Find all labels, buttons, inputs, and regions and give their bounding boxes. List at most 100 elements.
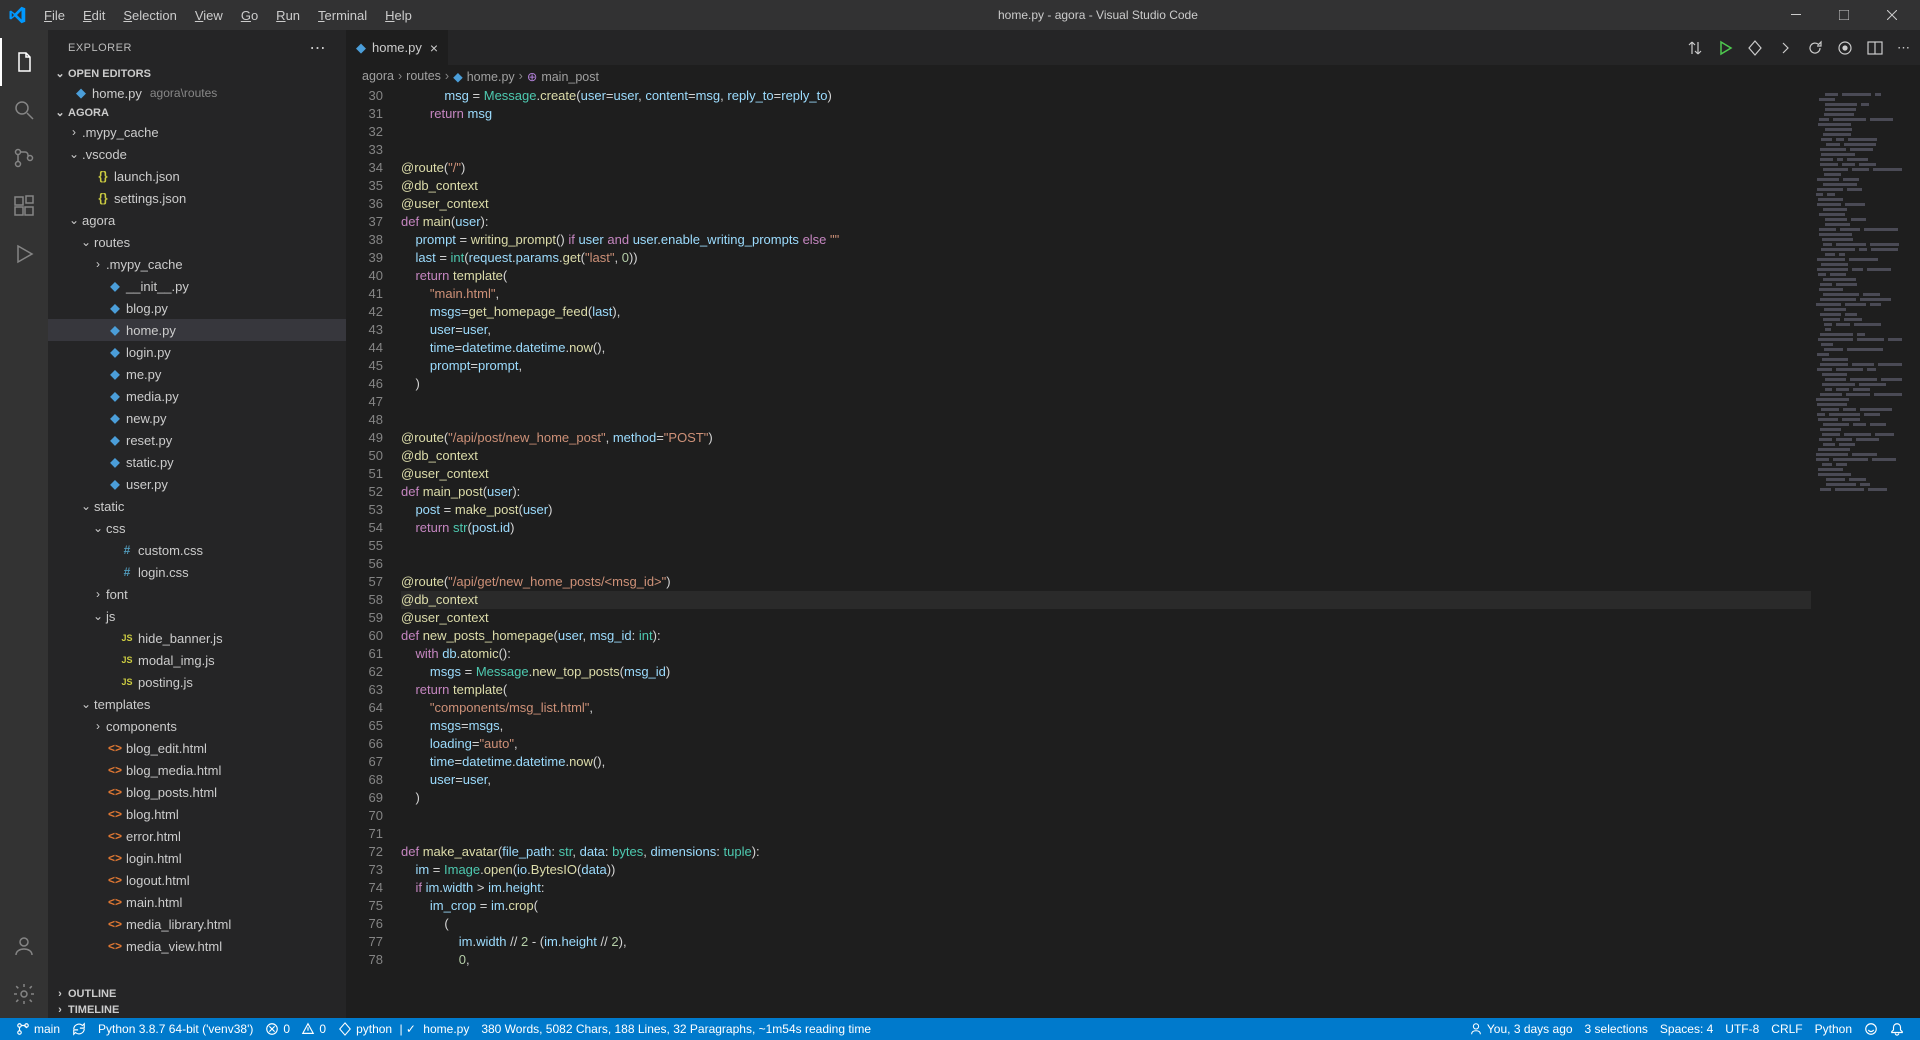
file-main-html[interactable]: <>main.html — [48, 891, 346, 913]
toggle-icon[interactable] — [1777, 40, 1793, 56]
editor-tabs: ◆ home.py × ⋯ — [346, 30, 1920, 65]
menu-run[interactable]: Run — [268, 4, 308, 27]
timeline-section[interactable]: ›TIMELINE — [48, 1002, 346, 1018]
menu-view[interactable]: View — [187, 4, 231, 27]
folder-static[interactable]: ⌄static — [48, 495, 346, 517]
sidebar-more-icon[interactable]: ⋯ — [310, 38, 327, 58]
code-content[interactable]: msg = Message.create(user=user, content=… — [401, 87, 1811, 1018]
line-gutter: 3031323334353637383940414243444546474849… — [346, 87, 401, 1018]
workspace-section[interactable]: ⌄AGORA — [48, 104, 346, 121]
preview-icon[interactable] — [1837, 40, 1853, 56]
git-branch-status[interactable]: main — [10, 1018, 66, 1040]
file-me-py[interactable]: ◆me.py — [48, 363, 346, 385]
sync-status[interactable] — [66, 1018, 92, 1040]
search-activity-icon[interactable] — [0, 86, 48, 134]
window-close-button[interactable] — [1872, 1, 1912, 29]
kite-status[interactable]: python | ✓ home.py — [332, 1018, 475, 1040]
file-media-py[interactable]: ◆media.py — [48, 385, 346, 407]
code-editor[interactable]: 3031323334353637383940414243444546474849… — [346, 87, 1920, 1018]
file-media_view-html[interactable]: <>media_view.html — [48, 935, 346, 957]
account-activity-icon[interactable] — [0, 922, 48, 970]
breadcrumb-item[interactable]: agora — [362, 69, 394, 83]
run-debug-activity-icon[interactable] — [0, 230, 48, 278]
file-hide_banner-js[interactable]: JShide_banner.js — [48, 627, 346, 649]
file-blog_edit-html[interactable]: <>blog_edit.html — [48, 737, 346, 759]
window-minimize-button[interactable] — [1776, 1, 1816, 29]
folder-routes[interactable]: ⌄routes — [48, 231, 346, 253]
settings-activity-icon[interactable] — [0, 970, 48, 1018]
encoding-status[interactable]: UTF-8 — [1719, 1022, 1765, 1036]
file-error-html[interactable]: <>error.html — [48, 825, 346, 847]
title-bar: FileEditSelectionViewGoRunTerminalHelp h… — [0, 0, 1920, 30]
folder-font[interactable]: ›font — [48, 583, 346, 605]
language-status[interactable]: Python — [1809, 1022, 1858, 1036]
breadcrumb-item[interactable]: ◆home.py — [453, 69, 515, 84]
menu-terminal[interactable]: Terminal — [310, 4, 375, 27]
folder-agora[interactable]: ⌄agora — [48, 209, 346, 231]
feedback-icon[interactable] — [1858, 1022, 1884, 1036]
file-new-py[interactable]: ◆new.py — [48, 407, 346, 429]
file-custom-css[interactable]: #custom.css — [48, 539, 346, 561]
file-login-css[interactable]: #login.css — [48, 561, 346, 583]
file-__init__-py[interactable]: ◆__init__.py — [48, 275, 346, 297]
tab-close-icon[interactable]: × — [430, 40, 438, 56]
file-settings-json[interactable]: {}settings.json — [48, 187, 346, 209]
file-launch-json[interactable]: {}launch.json — [48, 165, 346, 187]
outline-section[interactable]: ›OUTLINE — [48, 986, 346, 1002]
tab-home-py[interactable]: ◆ home.py × — [346, 30, 449, 65]
folder--vscode[interactable]: ⌄.vscode — [48, 143, 346, 165]
file-home-py[interactable]: ◆home.py — [48, 319, 346, 341]
file-login-py[interactable]: ◆login.py — [48, 341, 346, 363]
eol-status[interactable]: CRLF — [1765, 1022, 1808, 1036]
file-blog_media-html[interactable]: <>blog_media.html — [48, 759, 346, 781]
file-reset-py[interactable]: ◆reset.py — [48, 429, 346, 451]
menu-edit[interactable]: Edit — [75, 4, 113, 27]
file-login-html[interactable]: <>login.html — [48, 847, 346, 869]
file-blog-py[interactable]: ◆blog.py — [48, 297, 346, 319]
open-editors-section[interactable]: ⌄OPEN EDITORS — [48, 65, 346, 82]
breadcrumb-item[interactable]: ⊕main_post — [527, 69, 599, 84]
menu-help[interactable]: Help — [377, 4, 420, 27]
folder-templates[interactable]: ⌄templates — [48, 693, 346, 715]
compare-changes-icon[interactable] — [1687, 40, 1703, 56]
extensions-activity-icon[interactable] — [0, 182, 48, 230]
more-actions-icon[interactable]: ⋯ — [1897, 40, 1910, 56]
notification-icon[interactable] — [1884, 1022, 1910, 1036]
metrics-status[interactable]: 380 Words, 5082 Chars, 188 Lines, 32 Par… — [475, 1018, 877, 1040]
minimap[interactable] — [1811, 87, 1906, 1018]
file-modal_img-js[interactable]: JSmodal_img.js — [48, 649, 346, 671]
git-blame-status[interactable]: You, 3 days ago — [1463, 1022, 1579, 1036]
file-blog-html[interactable]: <>blog.html — [48, 803, 346, 825]
refresh-icon[interactable] — [1807, 40, 1823, 56]
open-editor-item[interactable]: ◆home.pyagora\routes — [48, 82, 346, 104]
file-user-py[interactable]: ◆user.py — [48, 473, 346, 495]
file-logout-html[interactable]: <>logout.html — [48, 869, 346, 891]
run-file-icon[interactable] — [1717, 40, 1733, 56]
source-control-activity-icon[interactable] — [0, 134, 48, 182]
menu-file[interactable]: File — [36, 4, 73, 27]
file-posting-js[interactable]: JSposting.js — [48, 671, 346, 693]
selection-status[interactable]: 3 selections — [1579, 1022, 1654, 1036]
overview-ruler[interactable] — [1906, 87, 1920, 1018]
menu-go[interactable]: Go — [233, 4, 266, 27]
folder-css[interactable]: ⌄css — [48, 517, 346, 539]
kite-icon[interactable] — [1747, 40, 1763, 56]
window-maximize-button[interactable] — [1824, 1, 1864, 29]
vscode-logo-icon — [8, 6, 26, 24]
folder-components[interactable]: ›components — [48, 715, 346, 737]
python-env-status[interactable]: Python 3.8.7 64-bit ('venv38') — [92, 1018, 259, 1040]
problems-status[interactable]: 0 0 — [259, 1018, 332, 1040]
breadcrumb[interactable]: agora›routes›◆home.py›⊕main_post — [346, 65, 1920, 87]
file-blog_posts-html[interactable]: <>blog_posts.html — [48, 781, 346, 803]
explorer-activity-icon[interactable] — [0, 38, 48, 86]
indent-status[interactable]: Spaces: 4 — [1654, 1022, 1719, 1036]
menu-selection[interactable]: Selection — [115, 4, 184, 27]
folder--mypy_cache[interactable]: ›.mypy_cache — [48, 121, 346, 143]
folder--mypy_cache[interactable]: ›.mypy_cache — [48, 253, 346, 275]
window-title: home.py - agora - Visual Studio Code — [420, 8, 1776, 22]
breadcrumb-item[interactable]: routes — [406, 69, 441, 83]
file-media_library-html[interactable]: <>media_library.html — [48, 913, 346, 935]
file-static-py[interactable]: ◆static.py — [48, 451, 346, 473]
folder-js[interactable]: ⌄js — [48, 605, 346, 627]
split-editor-icon[interactable] — [1867, 40, 1883, 56]
